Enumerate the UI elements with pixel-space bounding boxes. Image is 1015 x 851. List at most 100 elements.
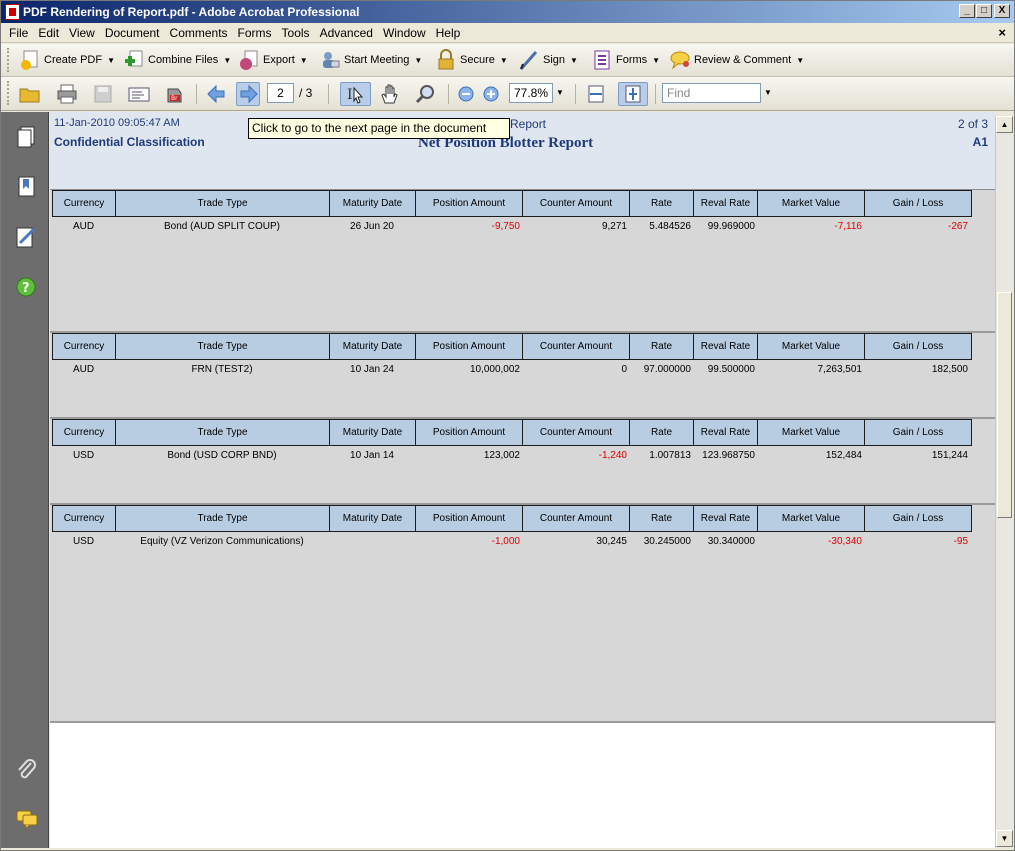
scroll-up-button[interactable]: ▲	[996, 116, 1013, 133]
signatures-icon[interactable]	[15, 225, 37, 249]
col-trade-type: Trade Type	[116, 191, 330, 216]
table-row: USD Equity (VZ Verizon Communications) -…	[52, 534, 970, 548]
svg-text:I: I	[347, 87, 353, 103]
toolbar-grip[interactable]	[7, 48, 11, 72]
navigation-toolbar: Br 2 / 3 I 77.8% ▼ Find ▼	[1, 77, 1014, 111]
menu-tools[interactable]: Tools	[277, 23, 315, 43]
export-button[interactable]: Export ▼	[238, 47, 308, 73]
open-folder-icon[interactable]	[18, 82, 42, 106]
close-button[interactable]: X	[994, 4, 1010, 18]
title-bar: PDF Rendering of Report.pdf - Adobe Acro…	[1, 1, 1014, 23]
create-pdf-button[interactable]: Create PDF ▼	[19, 47, 115, 73]
hand-tool-icon[interactable]	[378, 82, 402, 106]
forms-button[interactable]: Forms ▼	[591, 47, 660, 73]
create-pdf-label: Create PDF	[44, 54, 103, 66]
minimize-button[interactable]: _	[959, 4, 975, 18]
col-position-amount: Position Amount	[416, 334, 523, 359]
next-page-icon[interactable]	[236, 82, 260, 106]
chevron-down-icon: ▼	[570, 55, 578, 65]
col-counter-amount: Counter Amount	[523, 506, 630, 531]
zoom-dropdown-chevron-icon[interactable]: ▼	[556, 88, 564, 97]
pages-icon[interactable]	[15, 125, 37, 149]
menu-document[interactable]: Document	[100, 23, 165, 43]
menu-file[interactable]: File	[4, 23, 33, 43]
cell-currency: USD	[72, 449, 95, 461]
email-icon[interactable]	[127, 82, 151, 106]
cell-counter: 30,245	[596, 535, 627, 547]
toolbar-separator	[575, 84, 576, 104]
toolbar-grip[interactable]	[7, 81, 11, 105]
menu-view[interactable]: View	[64, 23, 100, 43]
report-classification: Confidential Classification	[54, 135, 205, 149]
zoom-out-icon[interactable]	[454, 82, 478, 106]
menu-comments[interactable]: Comments	[165, 23, 233, 43]
secure-button[interactable]: Secure ▼	[435, 47, 508, 73]
cell-currency: AUD	[72, 220, 95, 232]
select-text-tool-icon[interactable]: I	[340, 82, 371, 106]
toolbar-separator	[328, 84, 329, 104]
fit-width-icon[interactable]	[584, 82, 608, 106]
col-trade-type: Trade Type	[116, 506, 330, 531]
save-icon[interactable]	[91, 82, 115, 106]
table-row: USD Bond (USD CORP BND) 10 Jan 14 123,00…	[52, 448, 970, 462]
vertical-scrollbar[interactable]: ▲ ▼	[995, 116, 1013, 848]
zoom-level-field[interactable]: 77.8%	[509, 83, 553, 103]
cell-position: -1,000	[491, 535, 520, 547]
fit-page-icon[interactable]	[618, 82, 648, 106]
cell-trade-type: Equity (VZ Verizon Communications)	[140, 535, 304, 547]
menu-advanced[interactable]: Advanced	[315, 23, 378, 43]
cell-currency: USD	[72, 535, 95, 547]
col-currency: Currency	[53, 191, 116, 216]
report-header: 11-Jan-2010 09:05:47 AM Confidential Cla…	[50, 112, 995, 190]
menu-edit[interactable]: Edit	[33, 23, 64, 43]
col-currency: Currency	[53, 506, 116, 531]
comments-icon[interactable]	[15, 807, 37, 831]
cell-reval: 30.340000	[707, 535, 755, 547]
zoom-tool-icon[interactable]	[414, 82, 438, 106]
zoom-in-icon[interactable]	[479, 82, 503, 106]
toolbar-separator	[448, 84, 449, 104]
col-maturity-date: Maturity Date	[330, 420, 416, 445]
menu-bar: File Edit View Document Comments Forms Tools Ad…	[1, 23, 1014, 43]
scroll-down-button[interactable]: ▼	[996, 830, 1013, 847]
previous-page-icon[interactable]	[205, 82, 229, 106]
cell-rate: 30.245000	[643, 535, 691, 547]
report-body: Currency Trade Type Maturity Date Positi…	[50, 190, 995, 722]
scroll-thumb[interactable]	[997, 292, 1012, 518]
col-gain-loss: Gain / Loss	[892, 198, 944, 209]
combine-files-button[interactable]: Combine Files ▼	[123, 47, 231, 73]
find-dropdown-chevron-icon[interactable]: ▼	[764, 88, 772, 97]
create-pdf-icon	[19, 49, 41, 71]
cell-position: 10,000,002	[469, 363, 520, 375]
maximize-button[interactable]: □	[976, 4, 992, 18]
col-reval-rate: Reval Rate	[694, 191, 758, 216]
cell-maturity: 26 Jun 20	[350, 220, 394, 232]
start-meeting-button[interactable]: Start Meeting ▼	[319, 47, 422, 73]
cell-reval: 99.969000	[707, 220, 755, 232]
col-maturity-date: Maturity Date	[330, 334, 416, 359]
comment-bubble-icon	[669, 49, 691, 71]
menu-help[interactable]: Help	[431, 23, 466, 43]
page-number-input[interactable]: 2	[267, 83, 294, 103]
menu-window[interactable]: Window	[378, 23, 431, 43]
toolbar-separator	[655, 84, 656, 104]
col-rate: Rate	[630, 334, 694, 359]
bookmarks-icon[interactable]	[15, 175, 37, 199]
col-market-value: Market Value	[758, 334, 865, 359]
chevron-down-icon: ▼	[107, 55, 115, 65]
menu-forms[interactable]: Forms	[233, 23, 277, 43]
close-document-icon[interactable]: ×	[998, 25, 1006, 40]
col-position-amount: Position Amount	[416, 506, 523, 531]
bridge-browse-icon[interactable]: Br	[163, 82, 187, 106]
review-comment-button[interactable]: Review & Comment ▼	[669, 47, 804, 73]
find-input[interactable]: Find	[662, 83, 761, 103]
attachments-icon[interactable]	[15, 757, 37, 781]
cell-maturity: 10 Jan 14	[350, 449, 394, 461]
chevron-down-icon: ▼	[796, 55, 805, 65]
print-icon[interactable]	[55, 82, 79, 106]
help-icon[interactable]: ?	[15, 275, 37, 299]
lock-icon	[435, 49, 457, 71]
sign-button[interactable]: Sign ▼	[518, 47, 578, 73]
cell-rate: 5.484526	[649, 220, 691, 232]
col-counter-amount: Counter Amount	[523, 191, 630, 216]
